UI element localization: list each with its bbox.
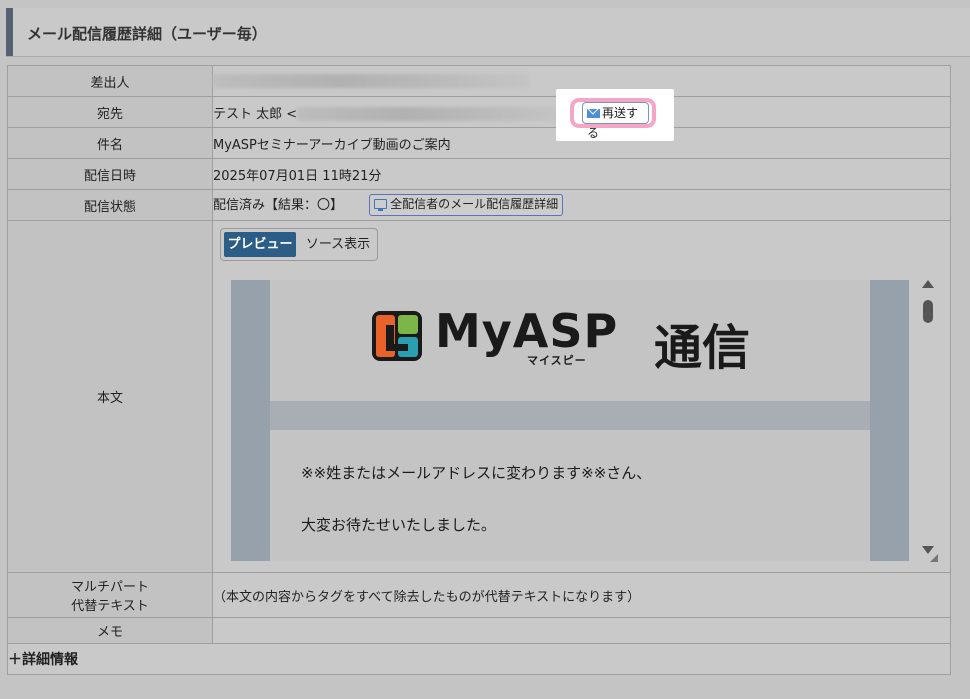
body-label: 本文 xyxy=(7,220,213,573)
row-sender: 差出人 xyxy=(7,65,951,97)
status-value: 配信済み【結果：〇】 全配信者のメール配信履歴詳細 xyxy=(212,189,951,221)
preview-side-right xyxy=(870,280,909,561)
status-text: 配信済み【結果：〇】 xyxy=(213,197,344,213)
row-status: 配信状態 配信済み【結果：〇】 全配信者のメール配信履歴詳細 xyxy=(7,189,951,221)
header-accent-bar xyxy=(6,8,13,56)
tab-source[interactable]: ソース表示 xyxy=(301,232,375,257)
resize-grip-icon[interactable] xyxy=(930,554,938,562)
status-label: 配信状態 xyxy=(7,189,213,221)
datetime-label: 配信日時 xyxy=(7,158,213,190)
sender-label: 差出人 xyxy=(7,65,213,97)
multipart-label-line2: 代替テキスト xyxy=(71,599,149,614)
multipart-label-line1: マルチパート xyxy=(70,580,149,595)
body-view-tabs: プレビュー ソース表示 xyxy=(220,228,378,261)
all-history-label: 全配信者のメール配信履歴詳細 xyxy=(390,197,559,212)
mail-icon xyxy=(587,109,600,118)
arrow-up-icon[interactable] xyxy=(922,280,934,288)
row-subject: 件名 MyASPセミナーアーカイブ動画のご案内 xyxy=(7,127,951,159)
recipient-name: テスト 太郎 < xyxy=(213,106,298,122)
logo-kana: マイスピー xyxy=(527,354,587,367)
subject-label: 件名 xyxy=(7,127,213,159)
page-title: メール配信履歴詳細（ユーザー毎） xyxy=(27,25,267,43)
arrow-down-icon[interactable] xyxy=(922,546,934,554)
resend-button[interactable]: 再送する xyxy=(582,102,649,140)
scrollbar-thumb[interactable] xyxy=(923,300,933,323)
panel-header: メール配信履歴詳細（ユーザー毎） xyxy=(6,8,970,57)
logo-text: MyASP xyxy=(435,304,619,358)
resend-highlight: 再送する xyxy=(556,89,674,141)
email-line-1: ※※姓またはメールアドレスに変わります※※さん、 xyxy=(301,464,652,482)
tab-preview[interactable]: プレビュー xyxy=(224,232,296,257)
multipart-value: （本文の内容からタグをすべて除去したものが代替テキストになります） xyxy=(212,572,951,618)
row-memo: メモ xyxy=(7,617,951,644)
details-toggle[interactable]: ＋詳細情報 xyxy=(7,643,951,675)
recipient-email-redacted xyxy=(297,107,563,121)
row-details: ＋詳細情報 xyxy=(7,643,951,675)
logo-suffix: 通信 xyxy=(654,320,751,376)
all-history-button[interactable]: 全配信者のメール配信履歴詳細 xyxy=(369,194,564,217)
monitor-icon xyxy=(374,199,388,212)
recipient-label: 宛先 xyxy=(7,96,213,128)
datetime-value: 2025年07月01日 11時21分 xyxy=(212,158,951,190)
preview-scrollbar[interactable] xyxy=(918,278,940,566)
sender-redacted xyxy=(213,74,529,88)
memo-value xyxy=(212,617,951,644)
preview-band xyxy=(270,401,870,430)
row-datetime: 配信日時 2025年07月01日 11時21分 xyxy=(7,158,951,190)
memo-label: メモ xyxy=(7,617,213,644)
preview-side-left xyxy=(231,280,270,561)
myasp-logo: MyASP マイスピー 通信 xyxy=(371,304,771,376)
multipart-label: マルチパート 代替テキスト xyxy=(7,572,213,618)
email-preview[interactable]: MyASP マイスピー 通信 ※※姓またはメールアドレスに変わります※※さん、 … xyxy=(231,280,909,561)
row-recipient: 宛先 テスト 太郎 <> xyxy=(7,96,951,128)
email-line-2: 大変お待たせいたしました。 xyxy=(301,516,497,534)
myasp-logo-icon xyxy=(372,311,422,361)
row-multipart: マルチパート 代替テキスト （本文の内容からタグをすべて除去したものが代替テキス… xyxy=(7,572,951,618)
